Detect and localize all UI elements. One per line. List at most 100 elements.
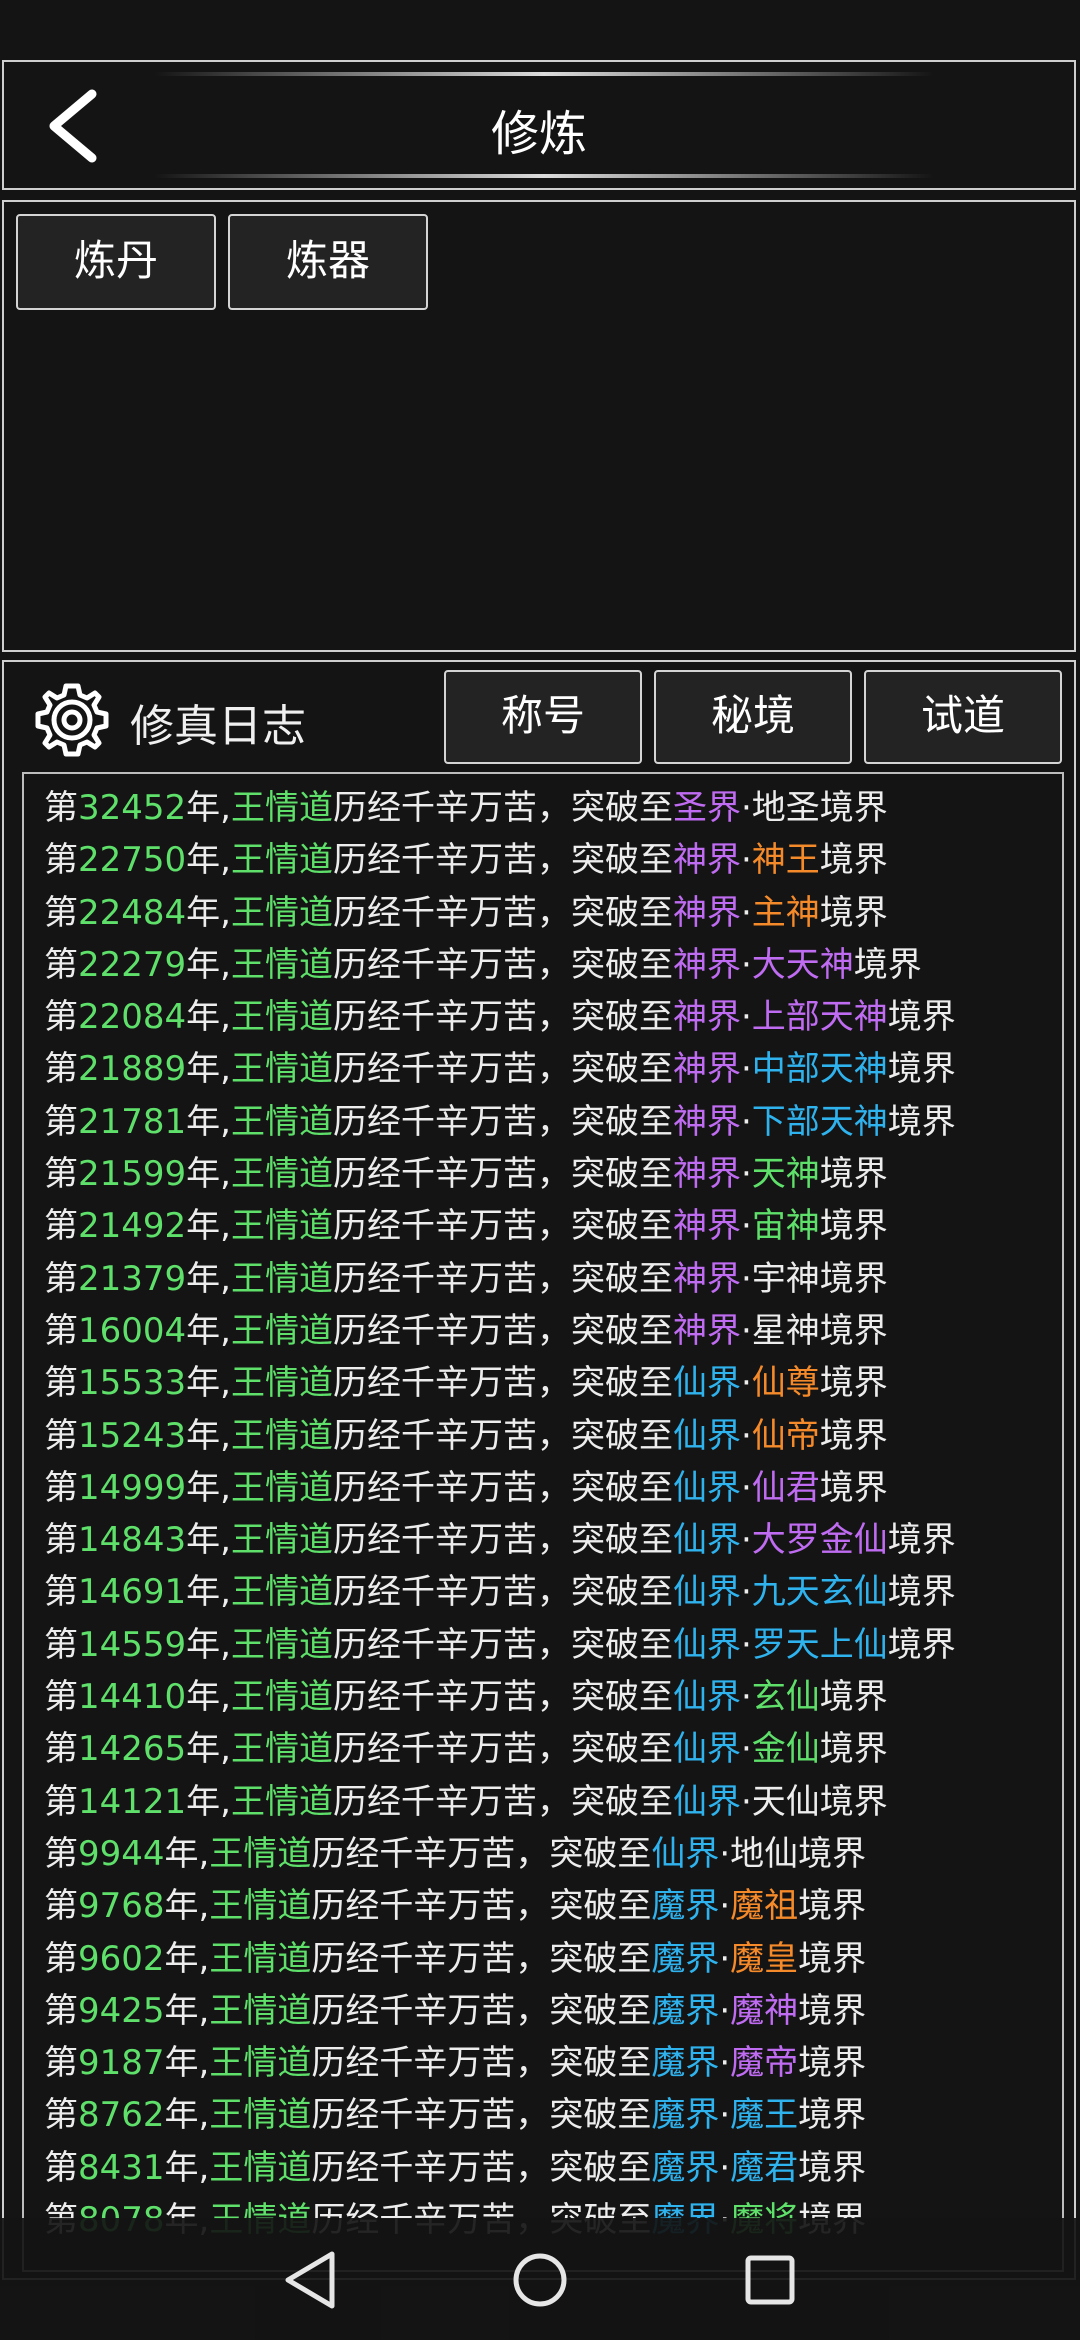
entry-suffix: 境界 [819, 1467, 888, 1508]
entry-realm: 神界 [672, 840, 741, 881]
status-bar [0, 0, 1080, 58]
entry-year: 14559 [78, 1624, 187, 1665]
entry-level: 宙神 [751, 1206, 820, 1247]
entry-level: 仙帝 [751, 1415, 820, 1456]
entry-suffix: 境界 [887, 1572, 956, 1613]
gear-icon[interactable] [34, 682, 110, 758]
entry-level: 魔帝 [730, 2043, 799, 2084]
journal-log[interactable]: 第32452年,王情道历经千辛万苦，突破至圣界·地圣境界 第22750年,王情道历… [22, 772, 1064, 2272]
entry-character-name: 王情道 [230, 1206, 333, 1247]
entry-year: 14691 [78, 1572, 187, 1613]
entry-prefix: 第 [44, 1467, 78, 1508]
nav-home-icon[interactable] [500, 2240, 580, 2320]
entry-text: 历经千辛万苦，突破至 [332, 1467, 673, 1508]
entry-character-name: 王情道 [230, 1258, 333, 1299]
nav-back-icon[interactable] [270, 2240, 350, 2320]
entry-text: 历经千辛万苦，突破至 [332, 1101, 673, 1142]
entry-level: 下部天神 [751, 1101, 888, 1142]
entry-suffix: 境界 [819, 1310, 888, 1351]
entry-suffix: 境界 [798, 1833, 867, 1874]
entry-separator: · [719, 2043, 731, 2084]
entry-character-name: 王情道 [230, 1781, 333, 1822]
trial-tab-button[interactable]: 试道 [864, 670, 1062, 764]
alchemy-button[interactable]: 炼丹 [16, 214, 216, 310]
entry-text: 历经千辛万苦，突破至 [332, 892, 673, 933]
entry-year: 9425 [78, 1990, 165, 2031]
entry-year-suffix: 年, [186, 997, 231, 1038]
header-glow-top [154, 72, 934, 76]
journal-entry: 第9944年,王情道历经千辛万苦，突破至仙界·地仙境界 [44, 1828, 956, 1880]
entry-year-suffix: 年, [164, 1886, 210, 1927]
entry-realm: 仙界 [672, 1729, 741, 1770]
journal-entry: 第14410年,王情道历经千辛万苦，突破至仙界·玄仙境界 [44, 1671, 956, 1723]
entry-separator: · [740, 1154, 752, 1195]
entry-realm: 魔界 [651, 1990, 720, 2031]
refining-button[interactable]: 炼器 [228, 214, 428, 310]
entry-suffix: 境界 [819, 1258, 888, 1299]
entry-prefix: 第 [44, 892, 78, 933]
entry-realm: 仙界 [672, 1781, 741, 1822]
entry-level: 大罗金仙 [751, 1520, 888, 1561]
entry-text: 历经千辛万苦，突破至 [332, 1624, 673, 1665]
title-tab-button[interactable]: 称号 [444, 670, 642, 764]
entry-character-name: 王情道 [230, 788, 333, 828]
entry-year: 22279 [78, 944, 187, 985]
entry-character-name: 王情道 [209, 1938, 312, 1979]
entry-prefix: 第 [44, 1624, 78, 1665]
entry-level: 地仙 [730, 1833, 799, 1874]
entry-year-suffix: 年, [186, 1729, 231, 1770]
entry-realm: 仙界 [672, 1572, 741, 1613]
entry-realm: 神界 [672, 997, 741, 1038]
entry-text: 历经千辛万苦，突破至 [332, 1310, 673, 1351]
entry-suffix: 境界 [887, 1101, 956, 1142]
secret-realm-tab-button[interactable]: 秘境 [654, 670, 852, 764]
entry-separator: · [719, 2095, 731, 2136]
entry-level: 天神 [751, 1154, 820, 1195]
entry-suffix: 境界 [798, 2043, 867, 2084]
entry-realm: 仙界 [672, 1467, 741, 1508]
entry-suffix: 境界 [853, 944, 922, 985]
entry-level: 天仙 [751, 1781, 820, 1822]
entry-year: 14265 [78, 1729, 187, 1770]
entry-level: 仙尊 [751, 1363, 820, 1404]
entry-realm: 魔界 [651, 1938, 720, 1979]
journal-entry: 第32452年,王情道历经千辛万苦，突破至圣界·地圣境界 [44, 782, 956, 834]
entry-year: 8762 [78, 2095, 165, 2136]
entry-text: 历经千辛万苦，突破至 [332, 840, 673, 881]
entry-year: 22750 [78, 840, 187, 881]
entry-separator: · [740, 997, 752, 1038]
entry-prefix: 第 [44, 944, 78, 985]
entry-suffix: 境界 [887, 1520, 956, 1561]
entry-year: 14410 [78, 1677, 187, 1718]
journal-entry: 第8762年,王情道历经千辛万苦，突破至魔界·魔王境界 [44, 2089, 956, 2141]
journal-entry: 第21889年,王情道历经千辛万苦，突破至神界·中部天神境界 [44, 1043, 956, 1095]
entry-suffix: 境界 [887, 1049, 956, 1090]
entry-text: 历经千辛万苦，突破至 [311, 1833, 652, 1874]
entry-text: 历经千辛万苦，突破至 [332, 1154, 673, 1195]
entry-level: 魔神 [730, 1990, 799, 2031]
nav-recent-apps-icon[interactable] [730, 2240, 810, 2320]
entry-suffix: 境界 [819, 788, 888, 828]
entry-realm: 神界 [672, 1049, 741, 1090]
entry-suffix: 境界 [819, 1415, 888, 1456]
entry-suffix: 境界 [819, 1729, 888, 1770]
entry-prefix: 第 [44, 1677, 78, 1718]
journal-entry: 第9187年,王情道历经千辛万苦，突破至魔界·魔帝境界 [44, 2037, 956, 2089]
entry-text: 历经千辛万苦，突破至 [332, 944, 673, 985]
journal-entry: 第16004年,王情道历经千辛万苦，突破至神界·星神境界 [44, 1305, 956, 1357]
entry-realm: 魔界 [651, 1886, 720, 1927]
entry-level: 魔王 [730, 2095, 799, 2136]
entry-prefix: 第 [44, 1049, 78, 1090]
entry-level: 地圣 [751, 788, 820, 828]
entry-year-suffix: 年, [186, 1781, 231, 1822]
entry-character-name: 王情道 [209, 2043, 312, 2084]
entry-separator: · [740, 840, 752, 881]
entry-level: 中部天神 [751, 1049, 888, 1090]
entry-character-name: 王情道 [230, 997, 333, 1038]
entry-character-name: 王情道 [230, 944, 333, 985]
entry-character-name: 王情道 [209, 1833, 312, 1874]
journal-entry: 第21781年,王情道历经千辛万苦，突破至神界·下部天神境界 [44, 1096, 956, 1148]
entry-prefix: 第 [44, 1572, 78, 1613]
journal-entry: 第21492年,王情道历经千辛万苦，突破至神界·宙神境界 [44, 1200, 956, 1252]
entry-text: 历经千辛万苦，突破至 [332, 1258, 673, 1299]
